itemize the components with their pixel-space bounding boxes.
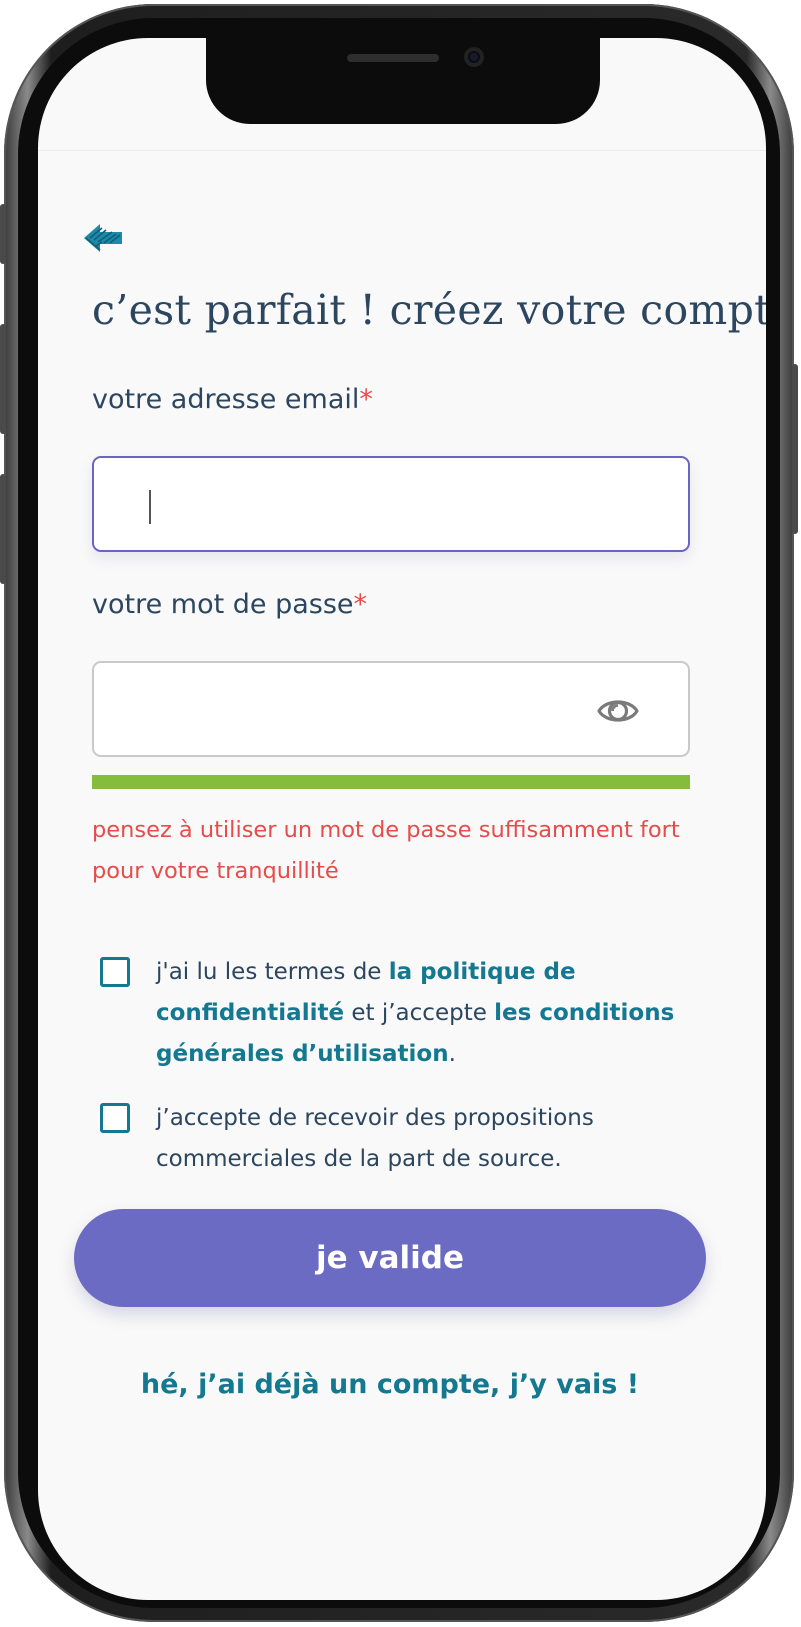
- required-mark: *: [359, 384, 373, 415]
- eye-icon[interactable]: [596, 691, 640, 731]
- email-label-text: votre adresse email: [92, 384, 360, 415]
- privacy-consent-checkbox[interactable]: [100, 957, 130, 987]
- phone-volume-down-button: [0, 474, 6, 584]
- marketing-consent-checkbox[interactable]: [100, 1103, 130, 1133]
- existing-account-link[interactable]: hé, j’ai déjà un compte, j’y vais !: [38, 1369, 742, 1400]
- consent-text-part: j'ai lu les termes de: [156, 959, 389, 985]
- email-field[interactable]: [92, 456, 690, 552]
- text-caret: [149, 490, 151, 524]
- page-title: c’est parfait ! créez votre compte: [92, 286, 766, 334]
- consent-text-part: .: [448, 1041, 456, 1067]
- phone-side-button: [0, 204, 6, 264]
- phone-volume-up-button: [0, 324, 6, 434]
- required-mark: *: [353, 589, 368, 620]
- phone-power-button: [792, 364, 798, 534]
- password-field[interactable]: [92, 661, 690, 757]
- privacy-consent-text: j'ai lu les termes de la politique de co…: [156, 952, 676, 1075]
- speaker-grille: [347, 54, 439, 62]
- phone-frame: c’est parfait ! créez votre compte votre…: [0, 4, 798, 1622]
- password-label: votre mot de passe*: [92, 589, 367, 620]
- header-divider: [38, 150, 766, 151]
- consent-text-part: et j’accepte: [344, 1000, 495, 1026]
- marketing-consent-text: j’accepte de recevoir des propositions c…: [156, 1105, 594, 1172]
- front-camera: [464, 47, 484, 67]
- app-screen: c’est parfait ! créez votre compte votre…: [38, 38, 766, 1600]
- password-strength-bar: [92, 775, 690, 789]
- email-input[interactable]: [94, 458, 688, 550]
- password-strength-fill: [92, 775, 690, 789]
- phone-notch: [206, 38, 600, 124]
- email-label: votre adresse email*: [92, 384, 373, 415]
- password-hint: pensez à utiliser un mot de passe suffis…: [92, 817, 680, 884]
- password-label-text: votre mot de passe: [92, 589, 354, 620]
- back-arrow-icon[interactable]: [82, 222, 124, 254]
- submit-button[interactable]: je valide: [74, 1209, 706, 1307]
